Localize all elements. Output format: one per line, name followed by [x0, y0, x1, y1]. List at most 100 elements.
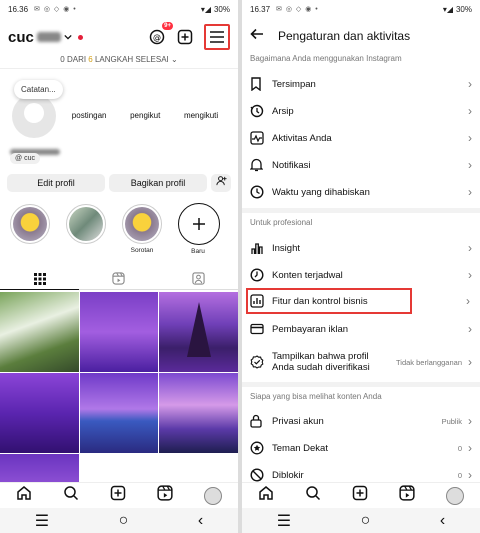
username[interactable]: cuc [8, 29, 83, 46]
back-icon[interactable]: ‹ [440, 512, 445, 530]
section-heading: Untuk profesional [250, 218, 313, 227]
settings-item-your-activity[interactable]: Aktivitas Anda › [242, 125, 480, 151]
profile-avatar-button[interactable] [446, 486, 465, 505]
menu-button[interactable] [204, 24, 230, 50]
share-profile-button[interactable]: Bagikan profil [109, 174, 207, 192]
home-button[interactable] [258, 485, 274, 506]
settings-item-label: Tampilkan bahwa profil Anda sudah diverif… [272, 351, 370, 373]
username-redacted [36, 32, 61, 42]
business-chart-icon [250, 294, 268, 308]
settings-item-business-tools[interactable]: Fitur dan kontrol bisnis › [246, 288, 470, 314]
home-circle-icon[interactable]: ○ [119, 512, 129, 530]
reels-button[interactable] [157, 485, 173, 506]
hamburger-menu-icon [210, 31, 224, 43]
post-thumbnail[interactable] [159, 292, 238, 372]
divider [0, 68, 238, 69]
chevron-right-icon: › [468, 158, 472, 172]
tab-reels[interactable] [79, 268, 159, 290]
edit-profile-button[interactable]: Edit profil [7, 174, 105, 192]
recents-icon[interactable]: ☰ [277, 511, 291, 531]
status-time: 16.36 [8, 4, 29, 14]
profile-link-text: cuc [24, 155, 35, 162]
profile-link[interactable]: @ cuc [10, 153, 40, 164]
stat-following-label: mengikuti [183, 111, 219, 120]
search-button[interactable] [63, 485, 79, 506]
highlight-item[interactable] [66, 204, 106, 255]
settings-item-close-friends[interactable]: Teman Dekat 0 › [242, 435, 480, 461]
settings-item-account-privacy[interactable]: Privasi akun Publik › [242, 408, 480, 434]
chevron-right-icon: › [468, 322, 472, 336]
chevron-down-icon [64, 34, 72, 40]
chevron-right-icon: › [468, 185, 472, 199]
highlight-thumbnail [69, 207, 103, 241]
profile-avatar-button[interactable] [204, 486, 223, 505]
threads-icon: @ [149, 29, 165, 45]
status-bar: 16.37 ✉ ◎ ◇ ◉ • ▾◢ 30% [242, 0, 480, 18]
settings-item-scheduled-content[interactable]: Konten terjadwal › [242, 262, 480, 288]
post-thumbnail[interactable] [0, 292, 79, 372]
settings-item-archive[interactable]: Arsip › [242, 98, 480, 124]
settings-item-label: Konten terjadwal [272, 269, 343, 281]
home-button[interactable] [16, 485, 32, 506]
chevron-down-icon: ⌄ [171, 55, 178, 64]
threads-button[interactable]: @ 9+ [148, 22, 173, 46]
create-post-button[interactable] [352, 485, 368, 506]
settings-item-notifications[interactable]: Notifikasi › [242, 152, 480, 178]
home-icon [258, 486, 273, 500]
star-circle-icon [250, 441, 268, 455]
setup-progress[interactable]: 0 DARI 6 LANGKAH SELESAI ⌄ [0, 55, 238, 64]
chevron-right-icon: › [468, 468, 472, 482]
settings-item-saved[interactable]: Tersimpan › [242, 71, 480, 97]
post-thumbnail[interactable] [79, 373, 159, 453]
back-icon[interactable]: ‹ [198, 512, 203, 530]
recents-icon[interactable]: ☰ [35, 511, 49, 531]
new-dot-indicator [77, 34, 83, 40]
verified-status: Tidak berlangganan [395, 357, 462, 367]
settings-item-insights[interactable]: Insight › [242, 235, 480, 261]
system-nav: ☰ ○ ‹ [242, 508, 480, 533]
highlight-item[interactable]: Sorotan [122, 204, 162, 255]
note-bubble[interactable]: Catatan... [14, 80, 63, 99]
settings-item-label: Diblokir [272, 469, 304, 481]
stat-posts-label: postingan [71, 111, 107, 120]
create-post-button[interactable] [110, 485, 126, 506]
settings-item-label: Pembayaran iklan [272, 323, 349, 335]
verified-badge-icon [250, 355, 268, 369]
tab-posts[interactable] [0, 268, 80, 290]
create-button[interactable] [176, 28, 194, 46]
stat-posts[interactable]: postingan [72, 100, 107, 120]
back-button[interactable] [250, 27, 264, 45]
verified-label-line1: Tampilkan bahwa profil [272, 351, 369, 362]
highlight-item[interactable] [10, 204, 50, 255]
page-title: Pengaturan dan aktivitas [278, 29, 411, 43]
new-highlight-button[interactable]: Baru [178, 203, 220, 255]
stat-followers[interactable]: pengikut [130, 100, 160, 120]
profile-stats: postingan pengikut mengikuti [60, 100, 230, 120]
battery-level: 30% [213, 4, 230, 14]
settings-item-label: Notifikasi [272, 159, 311, 171]
home-circle-icon[interactable]: ○ [361, 512, 371, 530]
reels-icon [399, 485, 415, 501]
post-thumbnail[interactable] [159, 373, 238, 453]
progress-suffix: LANGKAH SELESAI [92, 55, 169, 64]
system-nav: ☰ ○ ‹ [0, 508, 238, 533]
notification-icons: ✉ ◎ ◇ ◉ • [34, 6, 77, 13]
bookmark-icon [250, 77, 268, 91]
settings-item-time-spent[interactable]: Waktu yang dihabiskan › [242, 179, 480, 205]
status-bar: 16.36 ✉ ◎ ◇ ◉ • ▾◢ 30% [0, 0, 238, 18]
search-button[interactable] [305, 485, 321, 506]
profile-actions: Edit profil Bagikan profil [7, 174, 231, 192]
reels-button[interactable] [399, 485, 415, 506]
settings-item-verified[interactable]: Tampilkan bahwa profil Anda sudah diverif… [242, 346, 480, 378]
avatar[interactable] [12, 94, 56, 138]
bottom-nav [0, 482, 238, 508]
post-thumbnail[interactable] [0, 373, 79, 453]
stat-posts-count [72, 100, 107, 111]
tab-tagged[interactable] [158, 268, 238, 290]
settings-item-ad-payments[interactable]: Pembayaran iklan › [242, 316, 480, 342]
reels-icon [112, 272, 126, 285]
stat-following[interactable]: mengikuti [184, 100, 218, 120]
discover-people-button[interactable] [211, 174, 231, 192]
post-thumbnail[interactable] [79, 292, 159, 372]
username-text: cuc [8, 28, 34, 46]
